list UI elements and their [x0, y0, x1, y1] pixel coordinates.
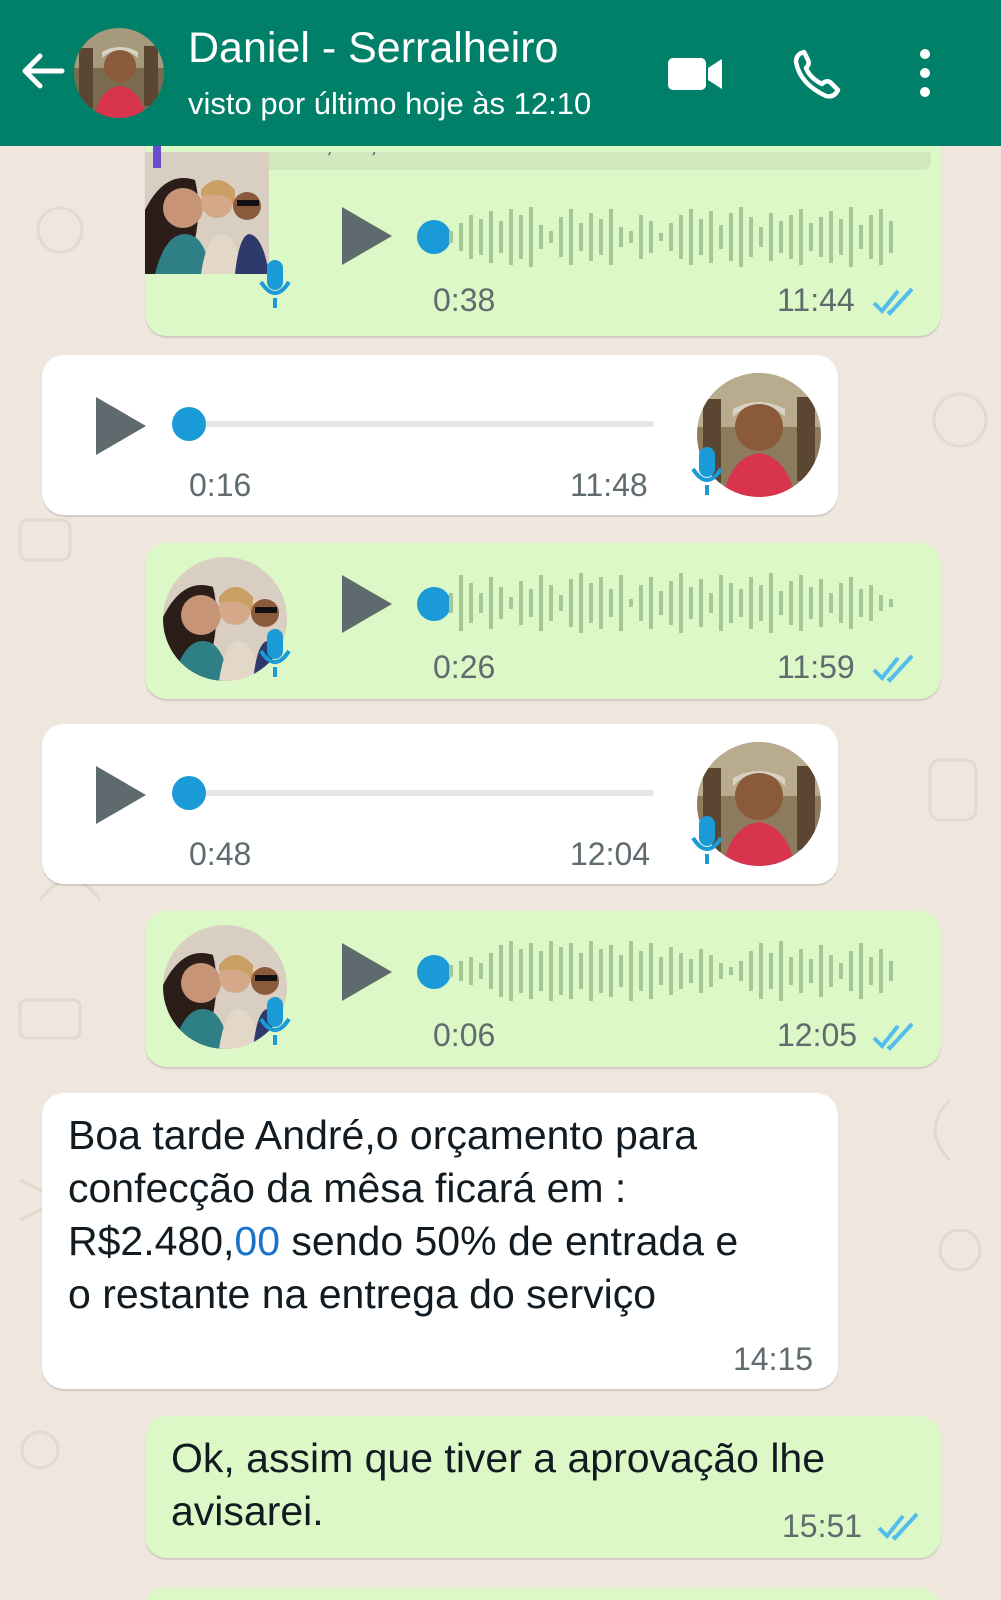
audio-waveform[interactable] [445, 939, 905, 1003]
message-bubble-incoming[interactable]: 0:16 11:48 [42, 355, 838, 515]
play-button[interactable] [94, 395, 150, 457]
message-bubble-outgoing-partial[interactable] [145, 1588, 941, 1600]
audio-progress-track[interactable] [192, 790, 654, 796]
audio-message: 0:38 11:44 [145, 150, 941, 336]
video-call-icon[interactable] [666, 46, 726, 102]
voice-call-icon[interactable] [790, 46, 850, 102]
message-line: Boa tarde André,o orçamento para [68, 1112, 698, 1158]
play-button[interactable] [340, 573, 396, 635]
microphone-icon [258, 260, 292, 310]
chat-header: Daniel - Serralheiro visto por último ho… [0, 0, 1001, 146]
message-time: 11:59 [777, 649, 855, 685]
play-button[interactable] [340, 941, 396, 1003]
message-line-rest: sendo 50% de entrada e [280, 1218, 739, 1264]
message-time: 11:48 [570, 467, 648, 503]
message-bubble-outgoing[interactable]: 0:26 11:59 [145, 543, 941, 699]
contact-name[interactable]: Daniel - Serralheiro [188, 24, 558, 73]
message-line: confecção da mêsa ficará em : [68, 1165, 627, 1211]
message-bubble-outgoing[interactable]: 0:06 12:05 [145, 911, 941, 1067]
message-bubble-incoming[interactable]: 0:48 12:04 [42, 724, 838, 884]
message-time: 12:05 [777, 1017, 858, 1053]
price-text: R$2.480, [68, 1218, 235, 1264]
message-time: 14:15 [733, 1341, 814, 1377]
read-receipt-icon [872, 1022, 914, 1051]
message-text: Boa tarde André,o orçamento para confecç… [68, 1109, 828, 1321]
play-button[interactable] [94, 764, 150, 826]
microphone-icon [258, 629, 292, 679]
back-arrow-icon[interactable] [18, 46, 68, 96]
audio-duration: 0:06 [433, 1017, 496, 1053]
message-bubble-outgoing[interactable]: Ok, assim que tiver a aprovação lhe avis… [145, 1416, 941, 1558]
microphone-icon [690, 816, 724, 866]
audio-duration: 0:48 [189, 836, 252, 872]
contact-avatar[interactable] [74, 28, 164, 118]
message-line: o restante na entrega do serviço [68, 1271, 657, 1317]
audio-duration: 0:38 [433, 282, 496, 318]
more-options-icon[interactable] [900, 46, 950, 102]
message-time: 12:04 [570, 836, 651, 872]
price-cents-link[interactable]: 00 [234, 1218, 280, 1264]
read-receipt-icon [872, 654, 914, 683]
audio-progress-track[interactable] [192, 421, 654, 427]
audio-scrubber[interactable] [172, 407, 206, 441]
message-time: 15:51 [782, 1508, 863, 1544]
audio-waveform[interactable] [445, 205, 905, 269]
read-receipt-icon [872, 287, 914, 316]
audio-waveform[interactable] [445, 571, 905, 635]
read-receipt-icon [877, 1512, 919, 1541]
audio-duration: 0:26 [433, 649, 496, 685]
audio-scrubber[interactable] [172, 776, 206, 810]
message-time: 11:44 [777, 282, 855, 318]
last-seen-status: visto por último hoje às 12:10 [188, 86, 592, 121]
microphone-icon [690, 447, 724, 497]
message-line: R$2.480,00 sendo 50% de entrada e [68, 1215, 828, 1268]
audio-duration: 0:16 [189, 467, 252, 503]
message-bubble-incoming[interactable]: Boa tarde André,o orçamento para confecç… [42, 1093, 838, 1389]
microphone-icon [258, 997, 292, 1047]
message-line: Ok, assim que tiver a aprovação lhe [171, 1435, 826, 1481]
play-button[interactable] [340, 205, 396, 267]
